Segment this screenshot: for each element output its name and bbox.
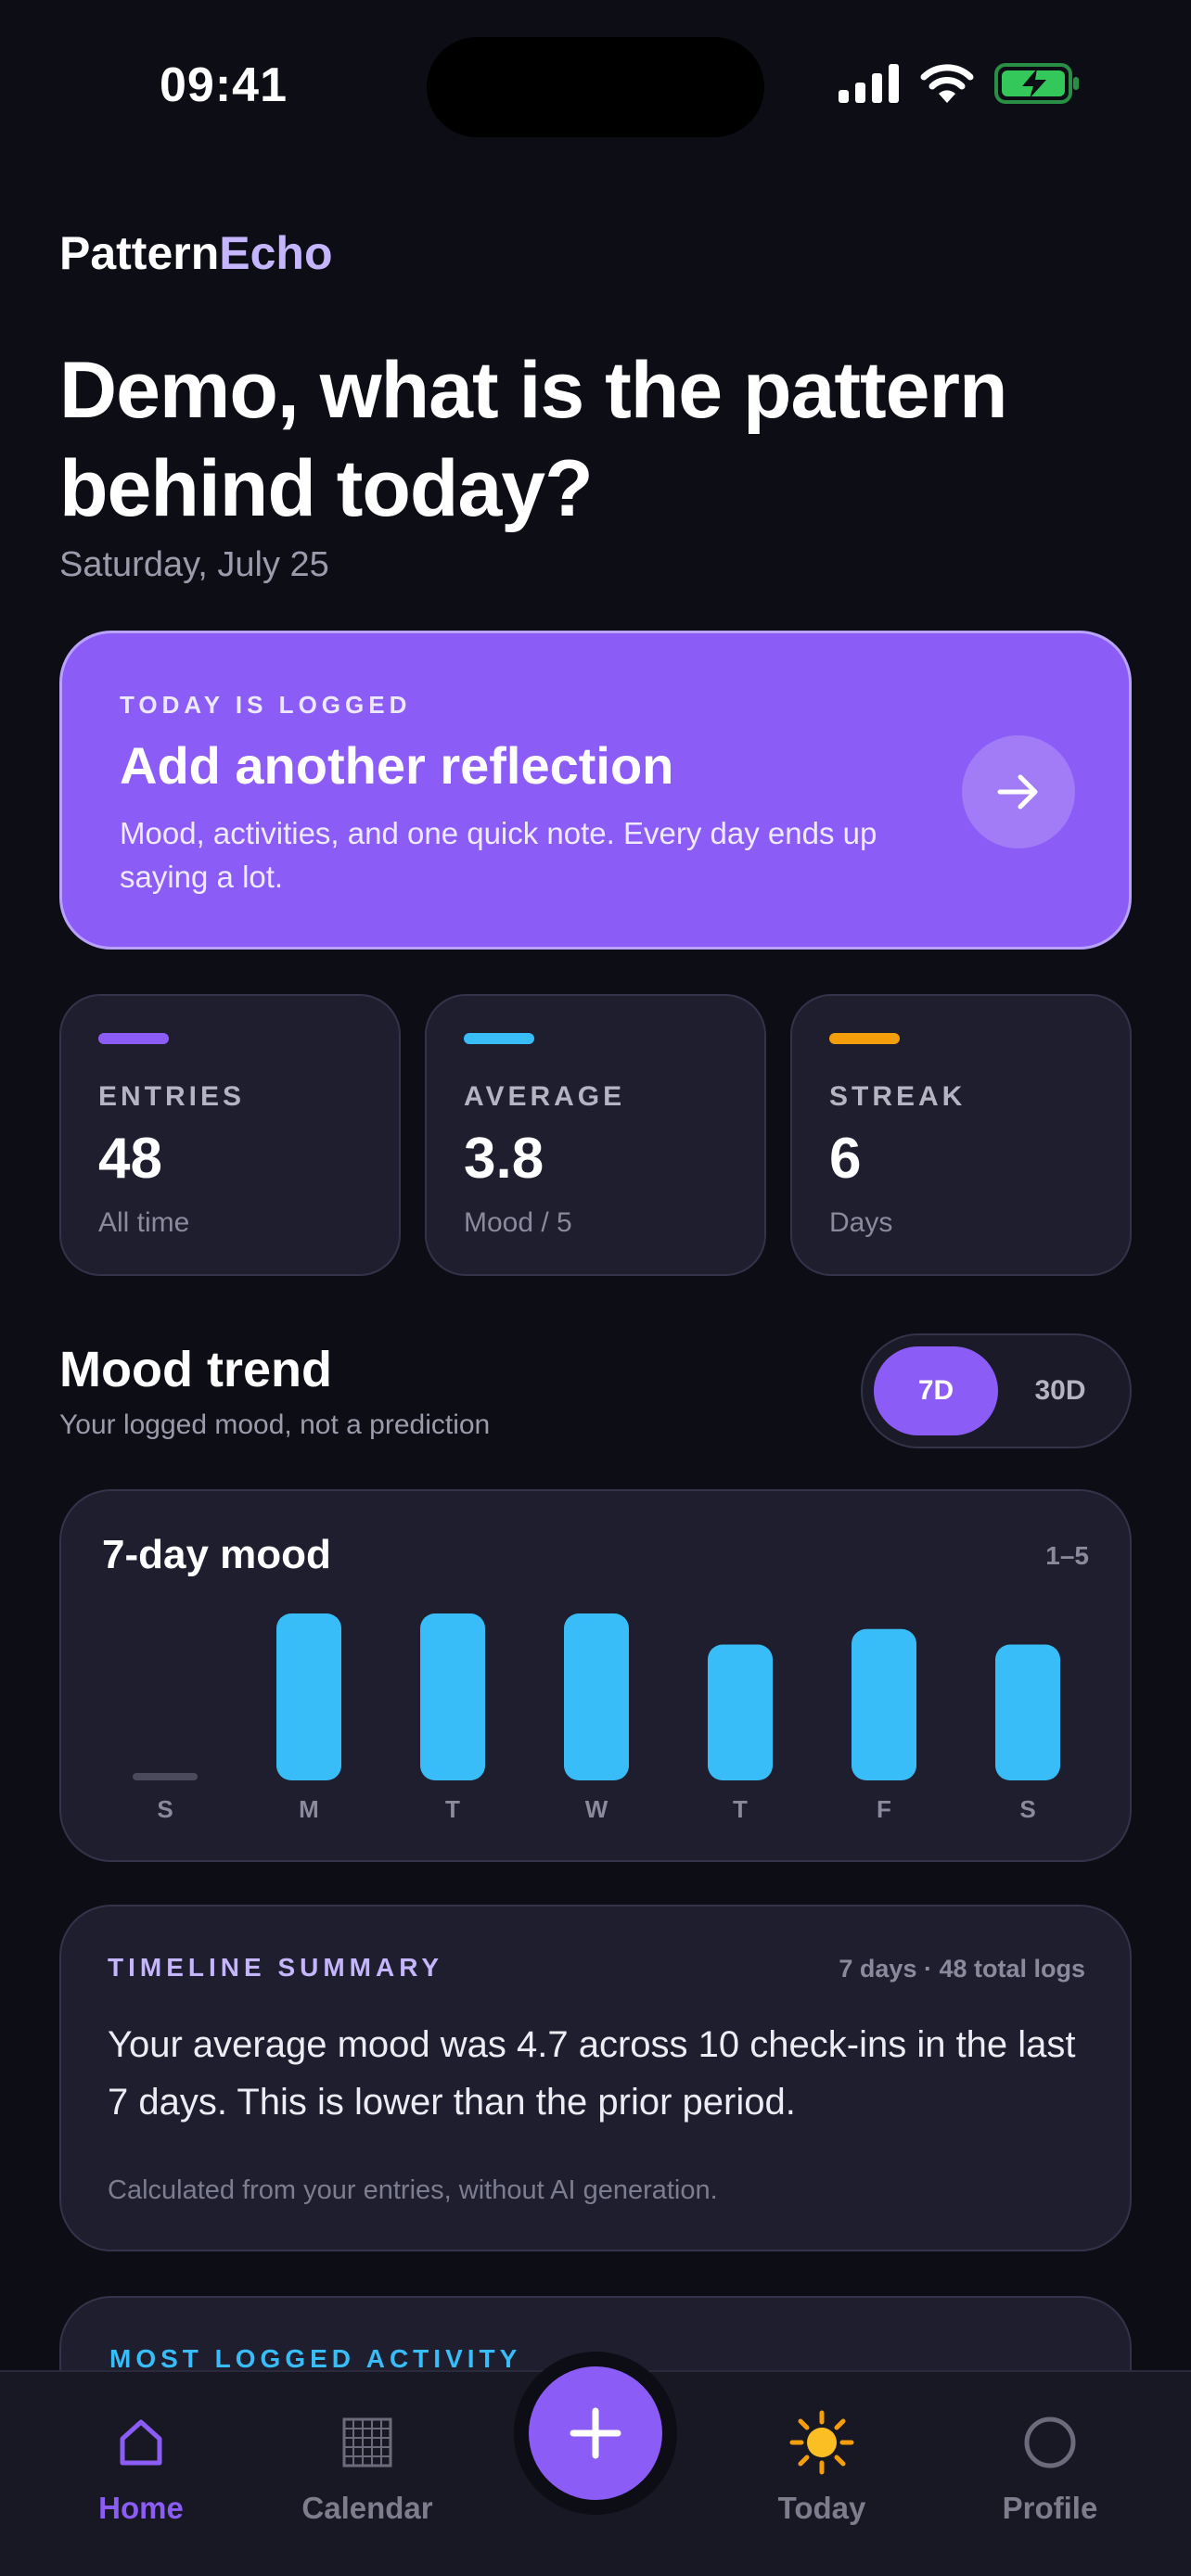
chart-bar — [276, 1613, 341, 1780]
page-title: Demo, what is the pattern behind today? — [59, 346, 1008, 533]
chart-bar — [995, 1644, 1060, 1780]
stat-sub: Days — [829, 1207, 893, 1238]
chart-x-tick-label: T — [733, 1795, 748, 1823]
section-subtitle: Your logged mood, not a prediction — [59, 1409, 491, 1440]
plus-icon — [570, 2407, 621, 2459]
stat-label: AVERAGE — [464, 1081, 626, 1112]
brand-part-2: Echo — [219, 227, 333, 279]
toggle-30d[interactable]: 30D — [998, 1346, 1122, 1435]
stat-label: ENTRIES — [98, 1081, 246, 1112]
stat-accent-bar — [829, 1033, 900, 1044]
stat-sub: All time — [98, 1207, 190, 1238]
summary-eyebrow: TIMELINE SUMMARY — [108, 1953, 444, 1982]
tab-today[interactable]: Today — [729, 2409, 915, 2526]
chart-x-tick-label: T — [445, 1795, 460, 1823]
current-date: Saturday, July 25 — [59, 545, 329, 584]
chart-bar — [564, 1613, 629, 1780]
chart-bar — [852, 1628, 916, 1780]
tab-profile[interactable]: Profile — [957, 2409, 1143, 2526]
chart-x-tick-label: S — [1019, 1795, 1035, 1823]
stat-label: STREAK — [829, 1081, 967, 1112]
chart-x-tick-label: S — [157, 1795, 173, 1823]
signal-icon — [839, 64, 899, 103]
tab-calendar[interactable]: Calendar — [275, 2409, 460, 2526]
dynamic-island — [427, 37, 764, 137]
hero-eyebrow: TODAY IS LOGGED — [120, 691, 412, 719]
tab-label: Profile — [1002, 2491, 1098, 2525]
stat-value: 6 — [829, 1127, 862, 1191]
hero-title: Add another reflection — [120, 736, 674, 795]
stat-accent-bar — [98, 1033, 169, 1044]
brand-logo: PatternEcho — [59, 226, 333, 280]
add-reflection-button[interactable] — [962, 735, 1075, 848]
stat-accent-bar — [464, 1033, 534, 1044]
chart-x-tick-label: M — [299, 1795, 319, 1823]
battery-charging-icon — [994, 63, 1079, 104]
chart-bar — [420, 1613, 485, 1780]
tab-label: Today — [777, 2491, 866, 2525]
toggle-7d[interactable]: 7D — [874, 1346, 998, 1435]
tab-label: Home — [98, 2491, 184, 2525]
stat-value: 3.8 — [464, 1127, 544, 1191]
calendar-icon — [342, 2417, 392, 2468]
section-title: Mood trend — [59, 1342, 332, 1397]
mood-chart-card: 7-day mood 1–5 SMTWTFS — [59, 1489, 1132, 1862]
arrow-right-icon — [997, 774, 1038, 810]
summary-meta: 7 days · 48 total logs — [839, 1955, 1085, 1983]
new-entry-button[interactable] — [529, 2366, 662, 2500]
status-time: 09:41 — [160, 58, 288, 112]
stat-card-average: AVERAGE 3.8 Mood / 5 — [425, 994, 766, 1276]
summary-body: Your average mood was 4.7 across 10 chec… — [108, 2024, 1076, 2123]
mood-bar-chart: SMTWTFS — [133, 1613, 1060, 1823]
timeline-summary-card: TIMELINE SUMMARY 7 days · 48 total logs … — [59, 1905, 1132, 2251]
tab-label: Calendar — [301, 2491, 433, 2525]
profile-icon — [1024, 2417, 1076, 2468]
chart-bar — [708, 1644, 773, 1780]
stat-value: 48 — [98, 1127, 162, 1191]
sun-icon — [789, 2410, 854, 2475]
stat-card-entries: ENTRIES 48 All time — [59, 994, 401, 1276]
hero-description: Mood, activities, and one quick note. Ev… — [120, 816, 877, 894]
status-bar: 09:41 — [0, 0, 1191, 176]
summary-footnote: Calculated from your entries, without AI… — [108, 2175, 718, 2205]
stat-card-streak: STREAK 6 Days — [790, 994, 1132, 1276]
wifi-icon — [920, 64, 974, 103]
stat-sub: Mood / 5 — [464, 1207, 572, 1238]
range-toggle: 7D 30D — [861, 1333, 1132, 1448]
chart-x-tick-label: F — [877, 1795, 891, 1823]
add-reflection-card[interactable]: TODAY IS LOGGED Add another reflection M… — [59, 631, 1132, 950]
tab-home[interactable]: Home — [48, 2409, 234, 2526]
chart-x-tick-label: W — [585, 1795, 608, 1823]
brand-part-1: Pattern — [59, 227, 220, 279]
chart-bar-empty — [133, 1773, 198, 1780]
home-icon — [120, 2419, 162, 2466]
status-icons — [839, 63, 1080, 104]
